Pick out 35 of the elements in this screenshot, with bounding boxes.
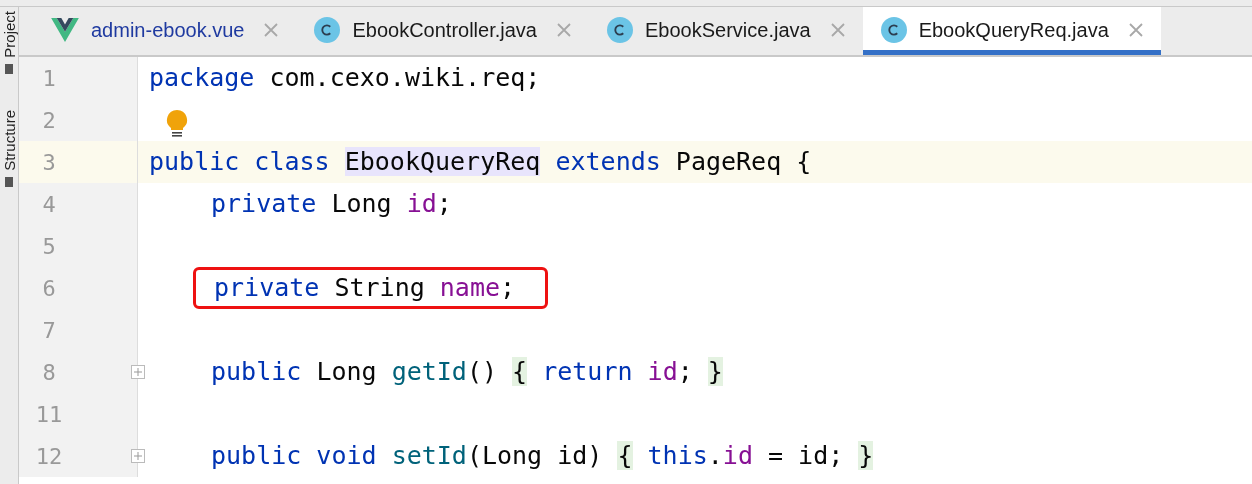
class-icon [607,17,633,43]
close-icon[interactable] [557,23,571,37]
editor-tab[interactable]: EbookService.java [589,7,863,55]
line-number: 4 [41,191,57,217]
line-number: 6 [41,275,57,301]
tool-window-tab[interactable]: Structure [0,109,18,171]
code-line: private Long id; [211,189,452,218]
panel-icon [5,176,13,187]
line-number: 12 [34,443,64,469]
line-number: 11 [34,401,64,427]
editor-tab[interactable]: admin-ebook.vue [33,7,297,55]
fold-icon[interactable] [131,449,145,463]
line-number: 2 [41,107,57,133]
lightbulb-icon[interactable] [166,110,188,138]
code-line: private String name; [214,272,516,304]
class-icon [314,17,341,43]
class-icon [880,17,907,43]
close-icon[interactable] [264,23,279,37]
tool-window-tab[interactable]: Project [0,11,18,58]
line-number: 3 [41,149,57,175]
line-number: 1 [41,65,57,91]
close-icon[interactable] [830,23,845,37]
code-line: public class EbookQueryReq extends PageReq { [149,147,812,176]
code-line: public void setId(Long id) { this.id = id; } [211,441,874,470]
panel-icon [5,63,13,74]
editor-tab[interactable]: EbookQueryReq.java [862,7,1161,55]
line-number: 5 [41,233,57,259]
editor-tab[interactable]: EbookController.java [296,7,589,55]
code-line: public Long getId() { return id; } [211,357,723,386]
line-number: 7 [41,317,57,343]
line-number: 8 [41,359,57,385]
fold-icon[interactable] [131,365,145,379]
close-icon[interactable] [1128,23,1143,37]
code-line: package com.cexo.wiki.req; [149,63,541,92]
v-logo-icon [51,18,79,42]
